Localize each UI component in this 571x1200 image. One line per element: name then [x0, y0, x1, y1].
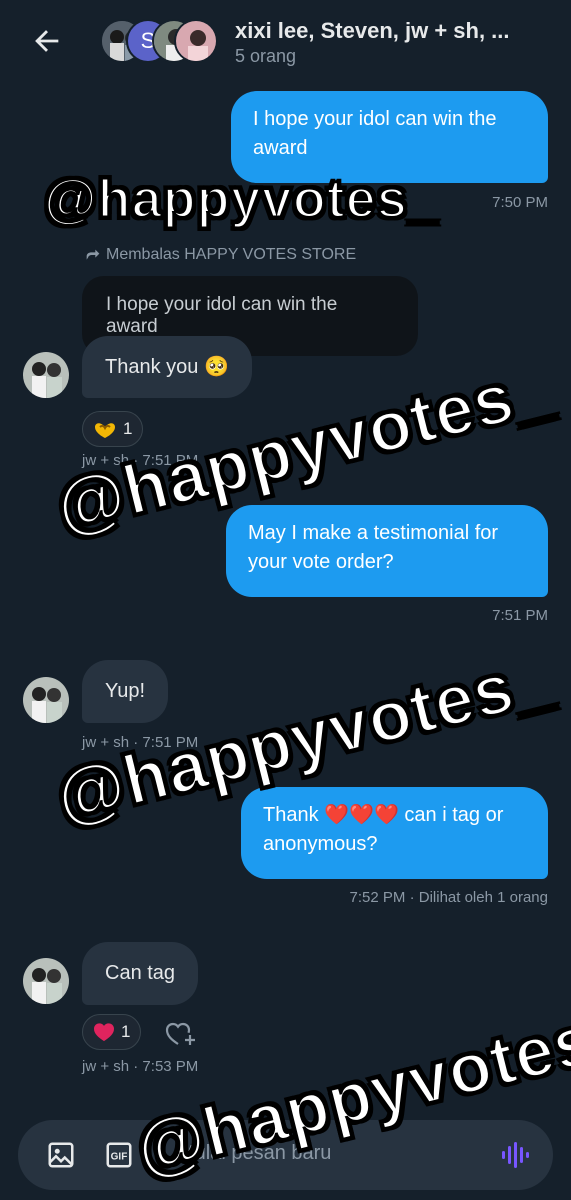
outgoing-message[interactable]: Thank ❤️❤️❤️ can i tag or anonymous? [241, 787, 548, 879]
reaction-pill[interactable]: 1 [82, 1014, 142, 1050]
message-text: Thank [263, 804, 325, 826]
message-text: Thank you 🥺 [105, 356, 229, 378]
outgoing-message[interactable]: May I make a testimonial for your vote o… [226, 505, 548, 597]
message-text: Can tag [105, 962, 176, 984]
reply-arrow-icon [86, 249, 100, 260]
watermark: @happyvotes_ [43, 168, 440, 231]
reaction-pill[interactable]: 1 [82, 411, 144, 447]
message-timestamp: 7:51 PM [492, 607, 548, 624]
message-meta: jw + sh · 7:53 PM [82, 1058, 199, 1075]
reply-note-label: Membalas HAPPY VOTES STORE [106, 246, 357, 263]
reaction-count: 1 [123, 419, 133, 438]
reply-context: Membalas HAPPY VOTES STORE [84, 246, 356, 264]
message-text: May I make a testimonial for your vote o… [248, 522, 499, 573]
sender-avatar[interactable] [23, 352, 69, 398]
heart-hands-icon [95, 423, 115, 438]
hearts-emoji: ❤️❤️❤️ [324, 804, 399, 826]
incoming-message[interactable]: Yup! [82, 660, 169, 723]
incoming-message[interactable]: Can tag [82, 942, 199, 1005]
participant-count: 5 orang [235, 46, 297, 66]
incoming-message[interactable]: Thank you 🥺 [82, 336, 252, 398]
reaction-count: 1 [121, 1022, 131, 1041]
message-timestamp: 7:52 PM · Dilihat oleh 1 orang [349, 889, 548, 906]
message-text: I hope your idol can win the award [253, 108, 497, 159]
gif-icon[interactable]: GIF [104, 1140, 134, 1170]
sender-avatar[interactable] [23, 677, 69, 723]
message-timestamp: 7:50 PM [492, 194, 548, 211]
image-icon[interactable] [46, 1140, 76, 1170]
group-avatars[interactable]: S [100, 18, 218, 64]
sender-avatar[interactable] [23, 958, 69, 1004]
conversation-header: S xixi lee, Steven, jw + sh, ... 5 orang [0, 0, 571, 80]
add-reaction-icon[interactable] [164, 1018, 198, 1048]
red-heart-icon [94, 1023, 114, 1042]
avatar [174, 19, 218, 63]
voice-message-icon[interactable] [500, 1140, 530, 1170]
back-arrow-icon[interactable] [30, 24, 64, 58]
conversation-title[interactable]: xixi lee, Steven, jw + sh, ... [235, 18, 555, 44]
message-text: Yup! [105, 680, 146, 702]
quoted-text: I hope your idol can win the award [106, 294, 338, 337]
svg-text:GIF: GIF [111, 1151, 128, 1162]
